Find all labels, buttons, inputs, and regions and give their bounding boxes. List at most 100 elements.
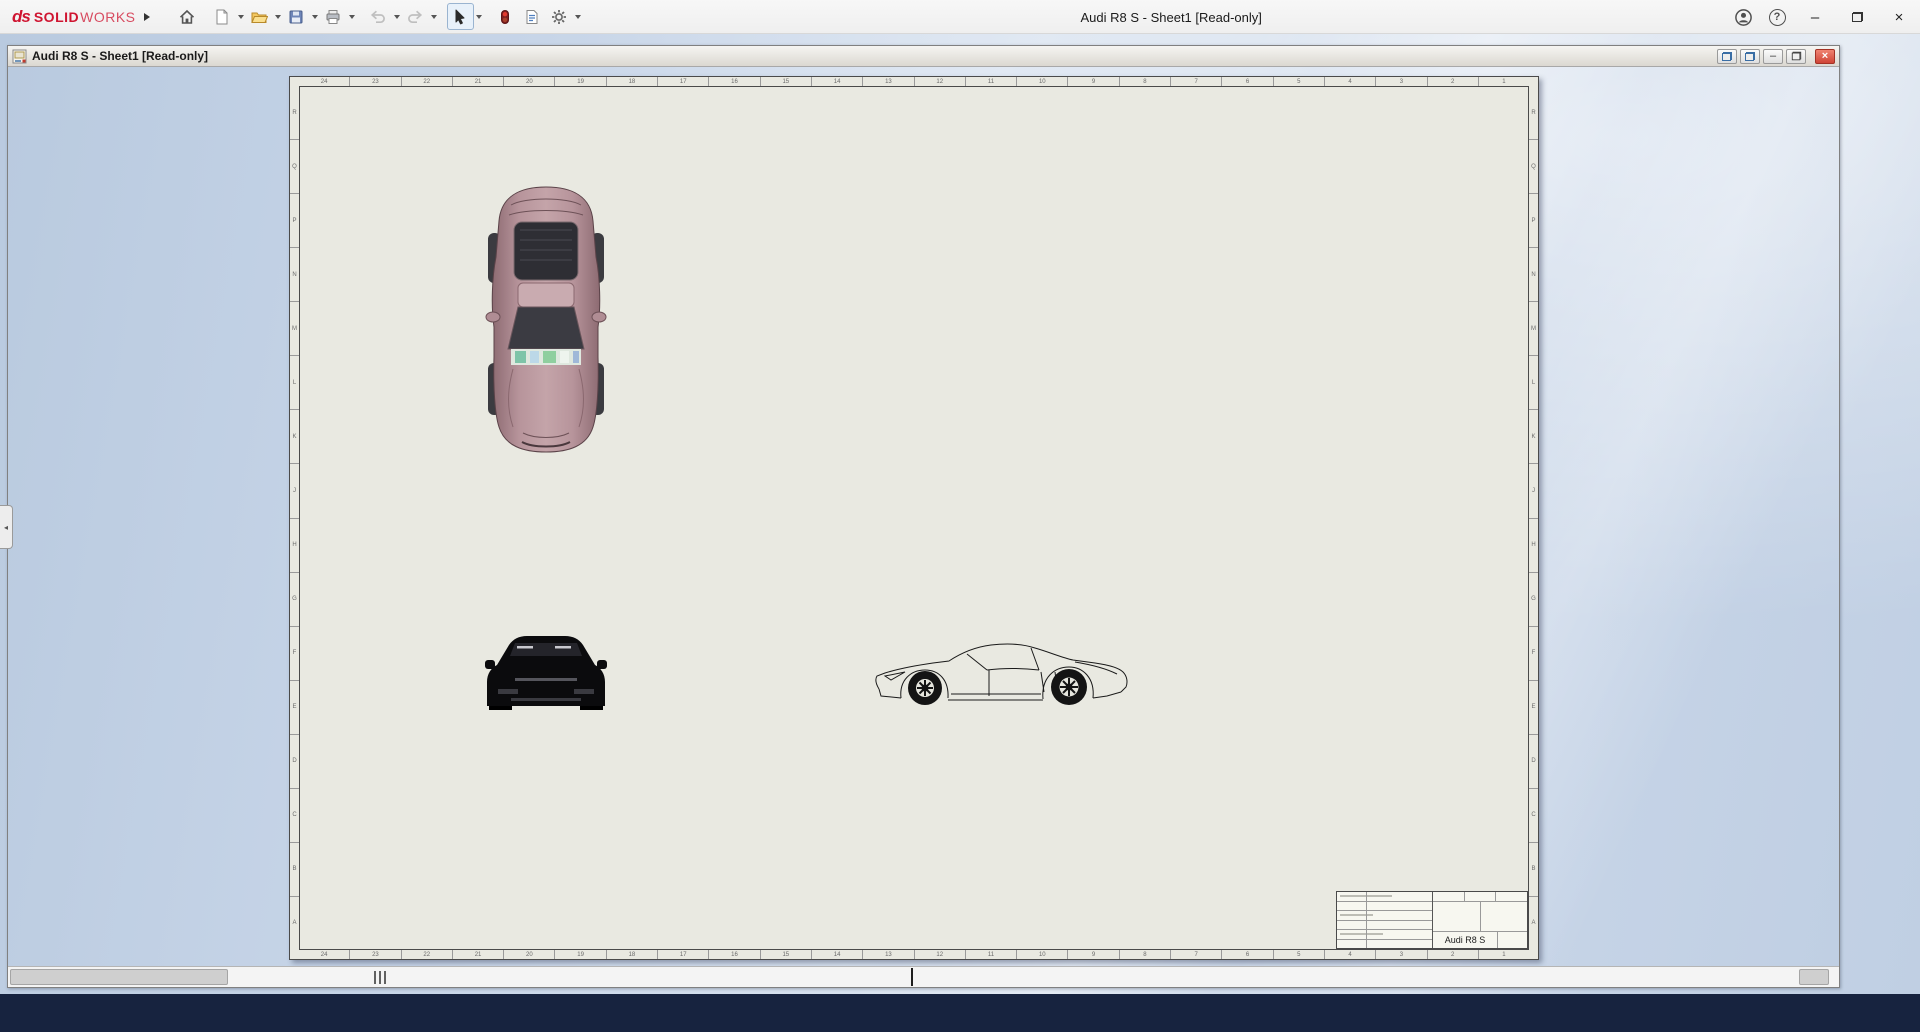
undo-dropdown[interactable] [392, 3, 402, 30]
zone-label: D [1529, 735, 1538, 789]
restore-icon [1852, 12, 1863, 22]
zone-label: E [1529, 681, 1538, 735]
rebuild-stoplight-icon [496, 8, 514, 26]
zone-label: 12 [915, 77, 966, 86]
open-button[interactable] [246, 3, 273, 30]
new-document-button[interactable] [209, 3, 236, 30]
taskbar[interactable] [0, 994, 1920, 1032]
app-titlebar[interactable]: ds SOLID WORKS [0, 0, 1920, 34]
zone-label: 19 [555, 950, 606, 959]
doc-close-button[interactable]: × [1815, 49, 1835, 64]
title-block-scale-cell [1497, 932, 1527, 948]
zone-label: P [1529, 194, 1538, 248]
select-tool-button[interactable] [447, 3, 474, 30]
zone-label: 22 [402, 950, 453, 959]
zone-label: 3 [1376, 950, 1427, 959]
zone-label: 1 [1479, 77, 1529, 86]
doc-restore-button[interactable] [1786, 49, 1806, 64]
open-dropdown[interactable] [273, 3, 283, 30]
zone-label: 16 [709, 77, 760, 86]
zone-label: B [1529, 843, 1538, 897]
zone-label: 22 [402, 77, 453, 86]
undo-button[interactable] [365, 3, 392, 30]
app-minimize-button[interactable]: – [1794, 0, 1836, 34]
zone-label: 23 [350, 77, 401, 86]
zone-label: 7 [1171, 77, 1222, 86]
app-close-button[interactable]: × [1878, 0, 1920, 34]
restore-icon [1791, 52, 1800, 61]
zone-label: 1 [1479, 950, 1529, 959]
rebuild-button[interactable] [492, 3, 519, 30]
zone-label: M [290, 302, 299, 356]
zone-label: 24 [299, 77, 350, 86]
zone-label: 15 [761, 77, 812, 86]
menu-expand-arrow[interactable] [144, 13, 150, 21]
quick-access-toolbar [174, 3, 591, 30]
brand-name-works: WORKS [80, 9, 135, 25]
zone-label: R [1529, 86, 1538, 140]
hscroll-thumb-right-pane[interactable] [1799, 969, 1829, 985]
car-side-view[interactable] [871, 632, 1146, 712]
options-button[interactable] [546, 3, 573, 30]
zone-label: N [1529, 248, 1538, 302]
zone-label: N [290, 248, 299, 302]
zone-label: 2 [1428, 77, 1479, 86]
user-account-icon [1734, 8, 1753, 27]
save-button[interactable] [283, 3, 310, 30]
zone-label: J [1529, 464, 1538, 518]
collapsed-panel-tab[interactable]: ◂ [0, 505, 13, 549]
file-properties-button[interactable] [519, 3, 546, 30]
zone-label: 7 [1171, 950, 1222, 959]
zone-label: G [1529, 573, 1538, 627]
print-dropdown[interactable] [347, 3, 357, 30]
app-restore-button[interactable] [1836, 0, 1878, 34]
select-arrow-icon [451, 8, 469, 26]
zone-label: L [290, 356, 299, 410]
redo-button[interactable] [402, 3, 429, 30]
drawing-sheet[interactable]: 242322212019181716151413121110987654321 … [289, 76, 1539, 960]
zone-label: 13 [863, 950, 914, 959]
doc-pane-left-button[interactable] [1717, 49, 1737, 64]
horizontal-scrollbar[interactable] [8, 966, 1839, 987]
redo-dropdown[interactable] [429, 3, 439, 30]
car-front-view[interactable] [485, 632, 607, 712]
zone-label: Q [1529, 140, 1538, 194]
zone-label: 8 [1120, 950, 1171, 959]
zone-label: J [290, 464, 299, 518]
new-document-dropdown[interactable] [236, 3, 246, 30]
zone-label: 14 [812, 950, 863, 959]
zone-label: C [290, 789, 299, 843]
mdi-client-area: ◂ Audi R8 S - Sheet1 [Read-only] – × [0, 34, 1920, 994]
drawing-viewport[interactable]: 242322212019181716151413121110987654321 … [8, 67, 1839, 966]
zone-label: 11 [966, 950, 1017, 959]
zone-label: 15 [761, 950, 812, 959]
doc-minimize-button[interactable]: – [1763, 49, 1783, 64]
ds-logo-icon: ds [12, 7, 30, 27]
zone-label: R [290, 86, 299, 140]
home-button[interactable] [174, 3, 201, 30]
sheet-zone-ruler-left: RQPNMLKJHGFEDCBA [290, 86, 299, 950]
select-tool-dropdown[interactable] [474, 3, 484, 30]
title-block[interactable]: Audi R8 S [1336, 891, 1528, 949]
zone-label: 3 [1376, 77, 1427, 86]
zone-label: 18 [607, 950, 658, 959]
doc-pane-right-button[interactable] [1740, 49, 1760, 64]
document-titlebar[interactable]: Audi R8 S - Sheet1 [Read-only] – × [8, 46, 1839, 67]
zone-label: 21 [453, 77, 504, 86]
account-button[interactable] [1726, 0, 1760, 34]
zone-label: M [1529, 302, 1538, 356]
print-button[interactable] [320, 3, 347, 30]
pane-splitter-handle[interactable] [374, 971, 387, 984]
car-top-view[interactable] [485, 185, 607, 454]
help-button[interactable]: ? [1760, 0, 1794, 34]
zone-label: 23 [350, 950, 401, 959]
brand-name-solid: SOLID [34, 9, 79, 25]
save-dropdown[interactable] [310, 3, 320, 30]
document-window: Audi R8 S - Sheet1 [Read-only] – × 24232… [7, 45, 1840, 988]
zone-label: G [290, 573, 299, 627]
zone-label: F [290, 627, 299, 681]
home-icon [178, 8, 196, 26]
solidworks-app: ds SOLID WORKS [0, 0, 1920, 1032]
options-dropdown[interactable] [573, 3, 583, 30]
hscroll-thumb-left-pane[interactable] [10, 969, 228, 985]
